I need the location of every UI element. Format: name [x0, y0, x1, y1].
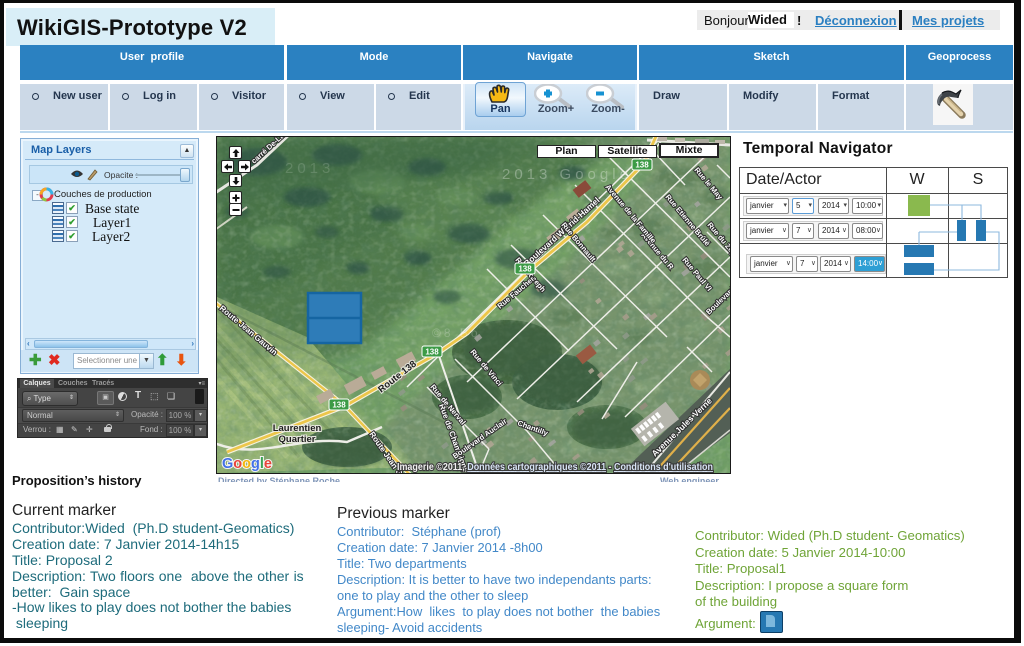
svg-text:Google: Google [222, 456, 272, 472]
svg-text:Laurentien: Laurentien [273, 423, 322, 434]
svg-text:138: 138 [635, 161, 649, 170]
svg-text:Imagerie ©2011, Données cartog: Imagerie ©2011, Données cartographiques … [397, 462, 713, 473]
svg-text:2013 Google: 2013 Google [502, 166, 632, 183]
svg-text:2013: 2013 [285, 160, 334, 177]
svg-text:138: 138 [425, 348, 439, 357]
svg-text:©8 Bo: ©8 Bo [432, 326, 481, 340]
svg-text:Quartier: Quartier [279, 434, 316, 445]
svg-text:138: 138 [332, 401, 346, 410]
svg-text:138: 138 [518, 265, 532, 274]
